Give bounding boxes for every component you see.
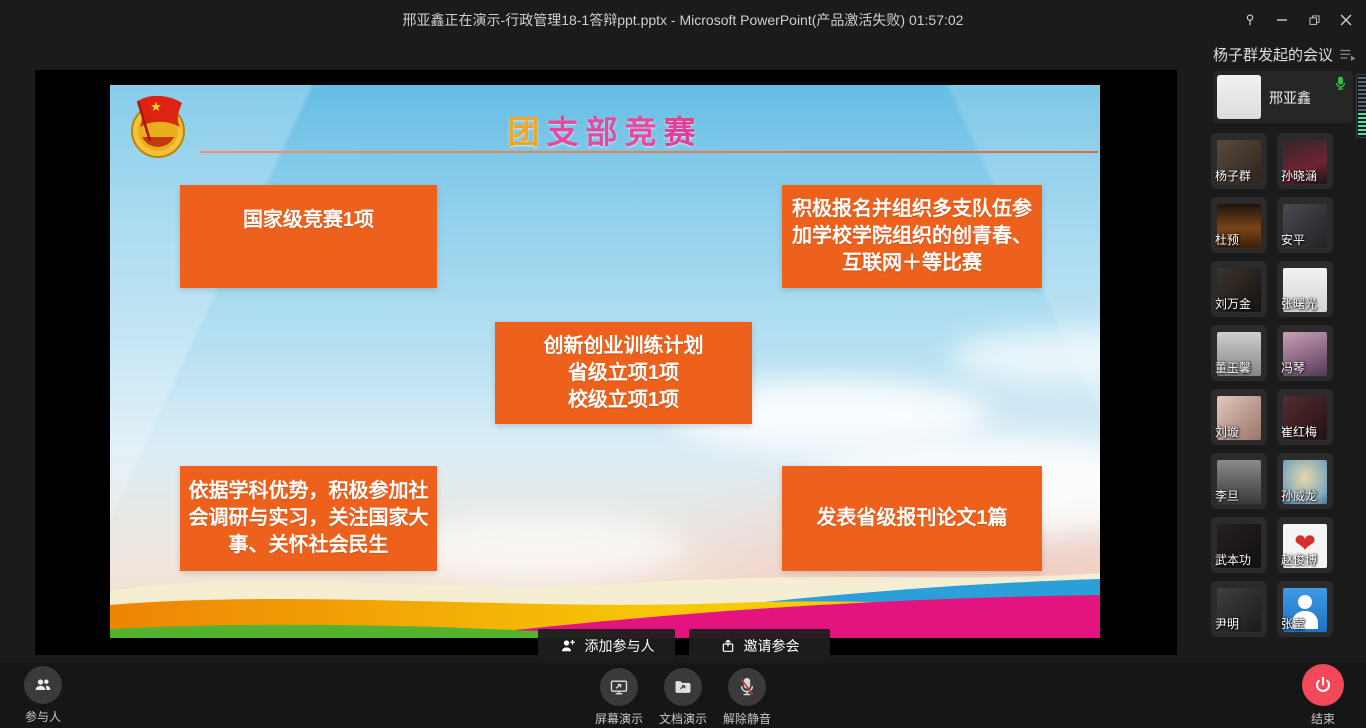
participant-tile[interactable]: 孙晓涵 (1277, 133, 1333, 189)
participant-name: 武本功 (1215, 551, 1251, 568)
slide-box-text: 依据学科优势，积极参加社 会调研与实习，关注国家大 事、关怀社会民生 (189, 478, 429, 559)
participant-name: 孙威龙 (1281, 487, 1317, 504)
close-button[interactable] (1332, 6, 1360, 34)
participant-name: 董玉馨 (1215, 359, 1251, 376)
participant-tile[interactable]: 张曙光 (1277, 261, 1333, 317)
participant-tile[interactable]: 董玉馨 (1211, 325, 1267, 381)
participant-name: 冯琴 (1281, 359, 1305, 376)
participant-tile[interactable]: 尹明 (1211, 581, 1267, 637)
participant-name: 杨子群 (1215, 167, 1251, 184)
end-meeting-button[interactable] (1302, 664, 1344, 706)
participant-name: 李旦 (1215, 487, 1239, 504)
slide-title-char: 支 (546, 114, 585, 150)
screen-share-icon (609, 677, 629, 697)
audio-level-meter (1356, 74, 1366, 138)
participants-button[interactable] (24, 666, 62, 704)
meter-green-segments (1358, 113, 1366, 135)
doc-share-label: 文档演示 (659, 710, 707, 727)
people-icon (33, 675, 53, 695)
speaker-name: 邢亚鑫 (1269, 88, 1311, 108)
slide-box-text: 发表省级报刊论文1篇 (816, 505, 1007, 532)
participant-tile[interactable]: 冯琴 (1277, 325, 1333, 381)
participant-tile[interactable]: 孙威龙 (1277, 453, 1333, 509)
slide-box: 发表省级报刊论文1篇 (782, 466, 1042, 571)
meeting-header: 杨子群发起的会议 (1213, 44, 1357, 65)
slide-box: 国家级竞赛1项 (180, 185, 437, 288)
add-participant-label: 添加参与人 (585, 636, 655, 656)
participant-tile[interactable]: ❤ 赵俊博 (1277, 517, 1333, 573)
slide-title: 团支部竞赛 (110, 107, 1100, 153)
screen-share-label: 屏幕演示 (595, 710, 643, 727)
minimize-button[interactable] (1268, 6, 1296, 34)
participant-grid: 杨子群 孙晓涵 杜预 安平 刘万金 张曙光 董玉馨 冯琴 刘璇 崔红梅 李旦 (1211, 133, 1355, 637)
participant-tile[interactable]: 张莹 (1277, 581, 1333, 637)
meeting-title: 杨子群发起的会议 (1213, 44, 1333, 65)
unmute-button[interactable] (728, 668, 766, 706)
window-titlebar: 邢亚鑫正在演示-行政管理18-1答辩ppt.pptx - Microsoft P… (0, 0, 1366, 40)
participant-name: 安平 (1281, 231, 1305, 248)
invite-button[interactable]: 邀请参会 (689, 629, 830, 663)
participant-name: 张莹 (1281, 615, 1305, 632)
mic-muted-icon (737, 677, 757, 697)
participant-name: 孙晓涵 (1281, 167, 1317, 184)
slide-title-char: 团 (507, 114, 546, 150)
bottom-control-bar: 参与人 屏幕演示 文档演示 (0, 662, 1366, 728)
active-speaker-card[interactable]: 邢亚鑫 (1213, 71, 1353, 123)
slide-box: 积极报名并组织多支队伍参 加学校学院组织的创青春、 互联网＋等比赛 (782, 185, 1042, 288)
slide-title-char: 部 (585, 114, 624, 150)
participant-tile[interactable]: 武本功 (1211, 517, 1267, 573)
participant-tile[interactable]: 杜预 (1211, 197, 1267, 253)
participant-name: 赵俊博 (1281, 551, 1317, 568)
participant-name: 杜预 (1215, 231, 1239, 248)
slide-title-char: 竞 (625, 114, 664, 150)
participant-name: 张曙光 (1281, 295, 1317, 312)
invite-label: 邀请参会 (744, 636, 800, 656)
add-participant-button[interactable]: 添加参与人 (538, 629, 675, 663)
power-icon (1313, 675, 1333, 695)
slide: ★ 团支部竞赛 国家级竞赛1项 积极报名并组织多支队伍参 加学校学院组织的创青春… (110, 85, 1100, 638)
participant-tile[interactable]: 杨子群 (1211, 133, 1267, 189)
participant-tile[interactable]: 安平 (1277, 197, 1333, 253)
unmute-label: 解除静音 (723, 710, 771, 727)
person-add-icon (559, 637, 577, 655)
end-meeting-label: 结束 (1311, 710, 1335, 727)
window-title: 邢亚鑫正在演示-行政管理18-1答辩ppt.pptx - Microsoft P… (0, 0, 1366, 40)
slide-box: 依据学科优势，积极参加社 会调研与实习，关注国家大 事、关怀社会民生 (180, 466, 437, 571)
screen-share-button[interactable] (600, 668, 638, 706)
participant-name: 尹明 (1215, 615, 1239, 632)
pin-icon[interactable] (1236, 6, 1264, 34)
meter-gray-segments (1358, 77, 1366, 111)
share-icon (720, 638, 736, 654)
slide-box-text: 创新创业训练计划 省级立项1项 校级立项1项 (544, 333, 704, 414)
participant-tile[interactable]: 刘万金 (1211, 261, 1267, 317)
presentation-stage: ★ 团支部竞赛 国家级竞赛1项 积极报名并组织多支队伍参 加学校学院组织的创青春… (35, 70, 1177, 655)
doc-share-icon (673, 677, 693, 697)
participant-list-icon[interactable] (1339, 47, 1357, 63)
cloud (950, 330, 1100, 385)
participant-name: 刘璇 (1215, 423, 1239, 440)
slide-box-text: 积极报名并组织多支队伍参 加学校学院组织的创青春、 互联网＋等比赛 (792, 196, 1032, 277)
participant-tile[interactable]: 刘璇 (1211, 389, 1267, 445)
slide-box-text: 国家级竞赛1项 (243, 207, 374, 234)
slide-title-char: 赛 (664, 114, 703, 150)
mic-on-icon (1333, 76, 1348, 91)
slide-box: 创新创业训练计划 省级立项1项 校级立项1项 (495, 322, 752, 424)
participant-tile[interactable]: 李旦 (1211, 453, 1267, 509)
participant-name: 刘万金 (1215, 295, 1251, 312)
participant-name: 崔红梅 (1281, 423, 1317, 440)
title-divider (200, 151, 1098, 153)
avatar (1217, 75, 1261, 119)
participants-label: 参与人 (25, 708, 61, 725)
restore-button[interactable] (1300, 6, 1328, 34)
doc-share-button[interactable] (664, 668, 702, 706)
participant-tile[interactable]: 崔红梅 (1277, 389, 1333, 445)
